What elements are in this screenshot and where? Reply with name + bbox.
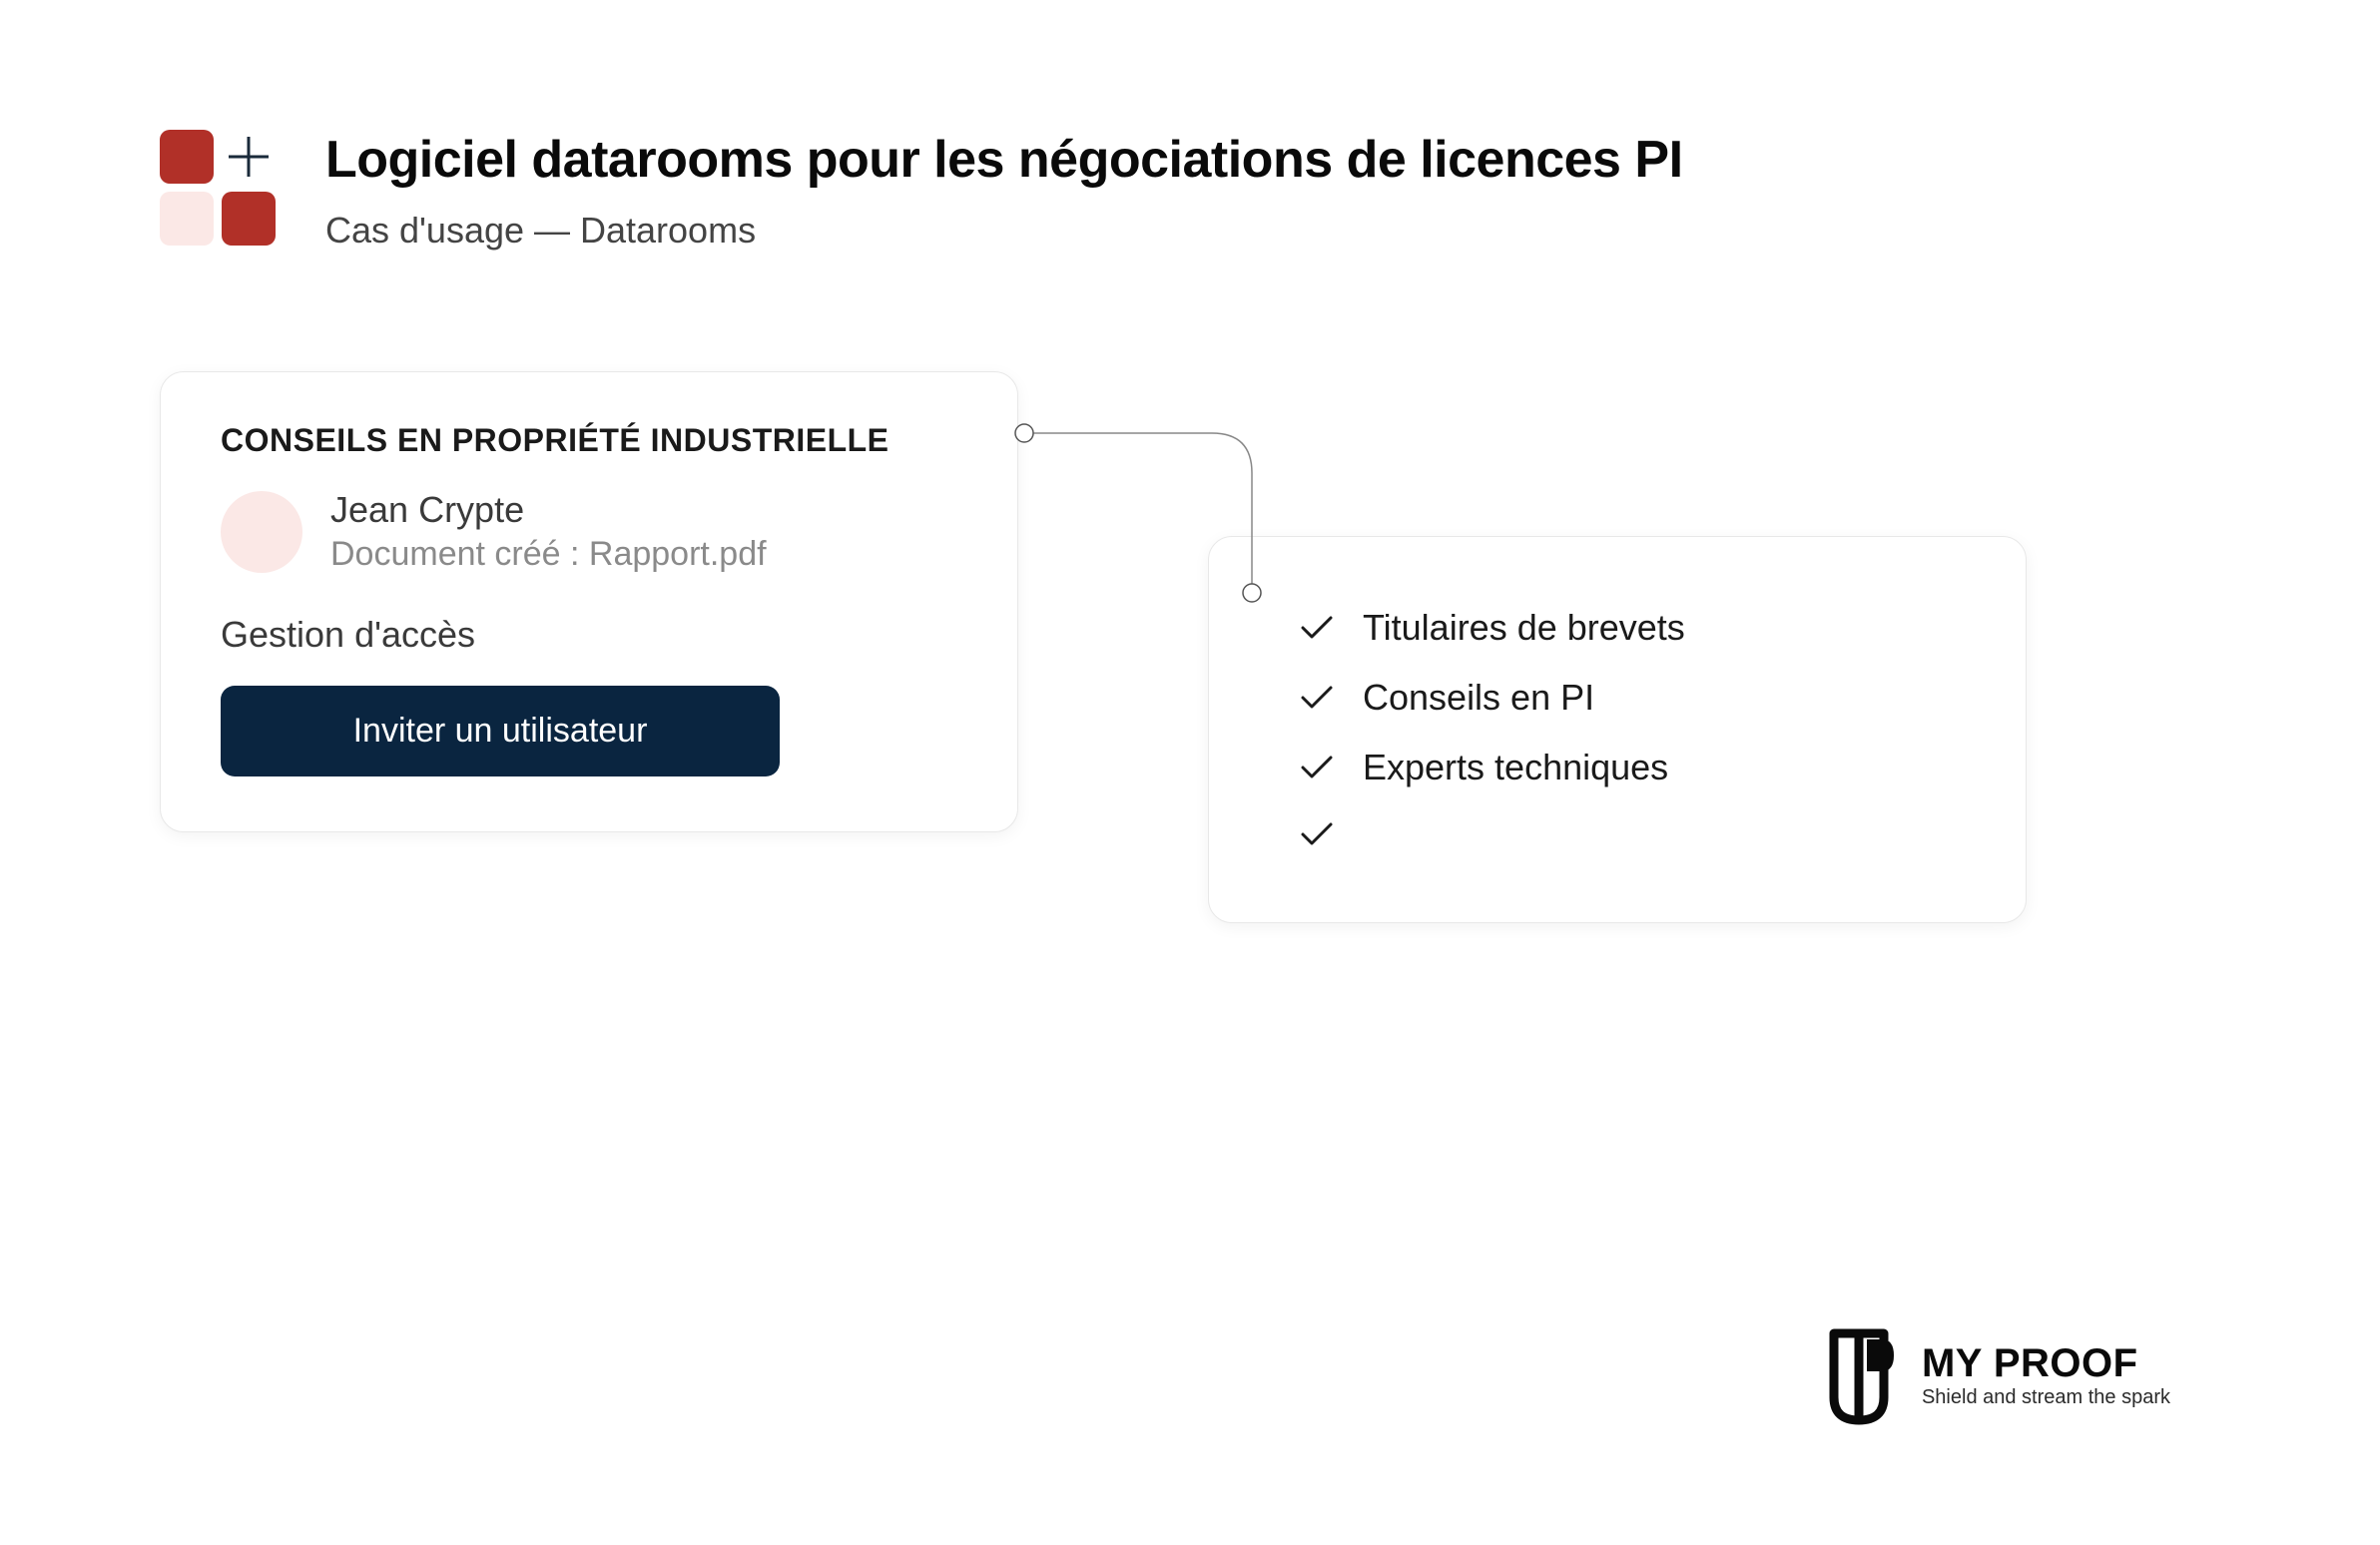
logo-square-1 [160, 130, 214, 184]
user-row: Jean Crypte Document créé : Rapport.pdf [221, 489, 957, 574]
card-title: CONSEILS EN PROPRIÉTÉ INDUSTRIELLE [221, 422, 957, 459]
check-icon [1299, 610, 1335, 646]
user-name: Jean Crypte [330, 489, 767, 531]
list-item [1299, 816, 1956, 852]
stakeholder-list: Titulaires de brevets Conseils en PI Exp… [1299, 607, 1956, 852]
header-logo [160, 130, 276, 246]
check-icon [1299, 816, 1335, 852]
list-item-label: Conseils en PI [1363, 677, 1594, 719]
page-title: Logiciel datarooms pour les négociations… [325, 130, 2220, 190]
list-item: Conseils en PI [1299, 677, 1956, 719]
check-icon [1299, 680, 1335, 716]
access-management-label: Gestion d'accès [221, 614, 957, 656]
list-item: Experts techniques [1299, 747, 1956, 788]
brand-name: MY PROOF [1922, 1341, 2170, 1386]
avatar [221, 491, 302, 573]
check-icon [1299, 750, 1335, 785]
brand-logo-icon [1824, 1325, 1904, 1425]
list-item-label: Experts techniques [1363, 747, 1668, 788]
page-header: Logiciel datarooms pour les négociations… [160, 130, 2220, 252]
advisors-card: CONSEILS EN PROPRIÉTÉ INDUSTRIELLE Jean … [160, 371, 1018, 832]
connector-line [1012, 421, 1372, 611]
invite-user-button[interactable]: Inviter un utilisateur [221, 686, 780, 776]
list-item-label: Titulaires de brevets [1363, 607, 1685, 649]
plus-icon [222, 130, 276, 184]
cards-area: CONSEILS EN PROPRIÉTÉ INDUSTRIELLE Jean … [160, 371, 2220, 923]
logo-square-4 [222, 192, 276, 246]
logo-square-3 [160, 192, 214, 246]
list-item: Titulaires de brevets [1299, 607, 1956, 649]
brand-footer: MY PROOF Shield and stream the spark [1824, 1325, 2170, 1425]
brand-tagline: Shield and stream the spark [1922, 1386, 2170, 1409]
user-doc-label: Document créé : Rapport.pdf [330, 535, 767, 574]
page-subtitle: Cas d'usage — Datarooms [325, 210, 2220, 252]
